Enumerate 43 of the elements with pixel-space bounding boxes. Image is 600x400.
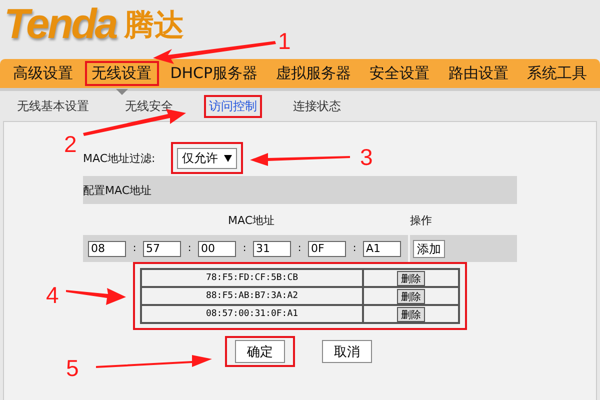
annotation-number: 4 <box>46 284 59 307</box>
cancel-button[interactable]: 取消 <box>322 340 372 363</box>
confirm-button[interactable]: 确定 <box>235 340 285 363</box>
mac-octet-field[interactable]: 57 <box>143 240 181 256</box>
mac-cell: 08:57:00:31:0F:A1 <box>141 305 363 323</box>
brand-name: 腾达 <box>124 7 184 45</box>
separator: : <box>296 243 302 254</box>
add-button[interactable]: 添加 <box>413 240 445 258</box>
delete-button[interactable]: 删除 <box>397 270 425 286</box>
column-header: 操作 <box>410 213 432 228</box>
mac-cell: 88:F5:AB:B7:3A:A2 <box>141 287 363 305</box>
annotation-number: 2 <box>64 133 77 156</box>
filter-dropdown[interactable]: 仅允许 <box>177 148 238 169</box>
separator: : <box>242 243 248 254</box>
nav-tab[interactable]: DHCP服务器 <box>163 61 265 86</box>
caret-icon <box>224 155 232 162</box>
filter-label: MAC地址过滤: <box>83 150 156 166</box>
annotation-number: 5 <box>66 357 79 380</box>
nav-tab[interactable]: 系统工具 <box>520 61 594 86</box>
sub-tab[interactable]: 访问控制 <box>204 95 262 118</box>
mac-octet-field[interactable]: 08 <box>88 240 126 256</box>
column-header: MAC地址 <box>228 213 275 228</box>
separator: : <box>132 243 138 254</box>
mac-octet-field[interactable]: 00 <box>198 240 236 256</box>
nav-tab[interactable]: 安全设置 <box>362 61 437 86</box>
mac-octet-field[interactable]: 0F <box>308 240 346 256</box>
mac-octet-field[interactable]: 31 <box>253 240 291 256</box>
sub-tab[interactable]: 连接状态 <box>288 95 346 118</box>
annotation-number: 1 <box>278 30 291 53</box>
annotation-number: 3 <box>360 146 373 169</box>
nav-tab[interactable]: 虚拟服务器 <box>269 61 358 86</box>
brand-logo: Tenda <box>4 2 116 46</box>
nav-tab[interactable]: 高级设置 <box>6 61 80 86</box>
mac-cell: 78:F5:FD:CF:5B:CB <box>141 269 363 287</box>
separator: : <box>186 243 192 254</box>
mac-octet-field[interactable]: A1 <box>363 240 401 256</box>
nav-tab[interactable]: 路由设置 <box>441 61 516 86</box>
section-title: 配置MAC地址 <box>83 182 152 198</box>
delete-button[interactable]: 删除 <box>397 288 425 304</box>
sub-tab[interactable]: 无线基本设置 <box>12 95 94 118</box>
annotation-arrow <box>66 288 126 305</box>
delete-button[interactable]: 删除 <box>397 306 425 322</box>
separator: : <box>352 243 358 254</box>
